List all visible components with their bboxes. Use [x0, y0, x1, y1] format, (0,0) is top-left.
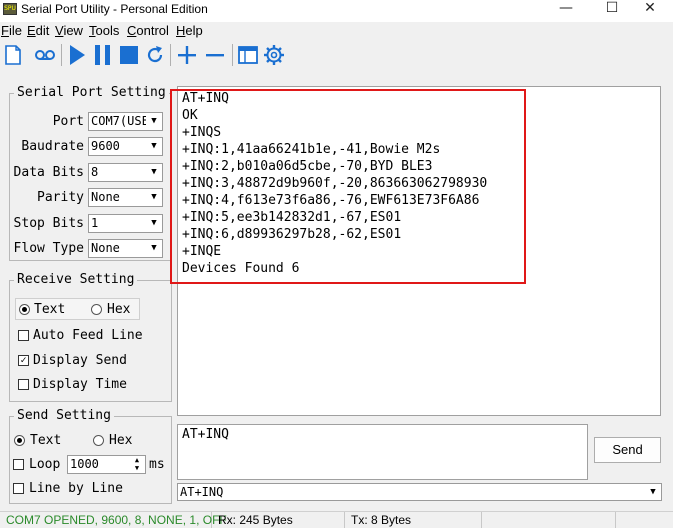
connection-status: COM7 OPENED, 9600, 8, NONE, 1, OFF — [0, 512, 227, 528]
receive-hex-radio[interactable] — [91, 304, 102, 315]
settings-icon[interactable] — [263, 43, 285, 67]
chevron-down-icon: ▼ — [146, 138, 162, 155]
menu-bar: File Edit View Tools Control Help — [0, 22, 673, 39]
stop-icon[interactable] — [118, 43, 140, 67]
window-icon[interactable] — [237, 43, 259, 67]
chevron-down-icon: ▼ — [146, 113, 162, 130]
chevron-down-icon: ▼ — [146, 164, 162, 181]
receive-text-label: Text — [34, 302, 66, 317]
menu-edit[interactable]: Edit — [27, 22, 49, 39]
send-text-radio[interactable] — [14, 435, 25, 446]
window-title: Serial Port Utility - Personal Edition — [21, 2, 208, 16]
line-by-line-label: Line by Line — [29, 481, 123, 496]
port-select[interactable]: COM7(USE ▼ — [88, 112, 163, 131]
data-bits-label: Data Bits — [13, 165, 84, 180]
remove-icon[interactable] — [204, 43, 226, 67]
send-button[interactable]: Send — [594, 437, 661, 463]
receive-setting-group: Receive Setting Text Hex Auto Feed Line … — [9, 272, 172, 402]
pause-icon[interactable] — [92, 43, 114, 67]
display-time-checkbox[interactable] — [18, 379, 29, 390]
send-text-label: Text — [30, 433, 62, 448]
toolbar-separator — [170, 44, 171, 66]
app-icon: SPU — [3, 3, 17, 15]
receive-hex-label: Hex — [107, 302, 131, 317]
menu-control[interactable]: Control — [127, 22, 169, 39]
send-hex-radio[interactable] — [93, 435, 104, 446]
loop-interval-input[interactable]: 1000 ▲ ▼ — [67, 455, 146, 474]
send-history-select[interactable]: AT+INQ ▼ — [177, 483, 662, 501]
refresh-icon[interactable] — [144, 43, 166, 67]
parity-select[interactable]: None ▼ — [88, 188, 163, 207]
chevron-down-icon: ▼ — [146, 215, 162, 232]
chevron-down-icon: ▼ — [645, 484, 661, 500]
close-button[interactable]: ✕ — [627, 0, 673, 18]
menu-help[interactable]: Help — [176, 22, 203, 39]
toolbar-separator — [232, 44, 233, 66]
port-label: Port — [52, 114, 84, 129]
menu-view[interactable]: View — [55, 22, 83, 39]
add-icon[interactable] — [176, 43, 198, 67]
loop-label: Loop — [29, 457, 61, 472]
highlight-annotation — [170, 89, 526, 284]
send-hex-label: Hex — [109, 433, 133, 448]
flow-type-select[interactable]: None ▼ — [88, 239, 163, 258]
send-setting-group: Send Setting Text Hex Loop 1000 ▲ ▼ ms Lin… — [9, 408, 172, 504]
toolbar — [0, 40, 673, 70]
toolbar-separator — [61, 44, 62, 66]
send-setting-title: Send Setting — [14, 408, 114, 423]
chevron-down-icon: ▼ — [146, 189, 162, 206]
spinner-icon[interactable]: ▲ ▼ — [129, 456, 145, 473]
display-send-checkbox[interactable]: ✓ — [18, 355, 29, 366]
auto-feed-line-label: Auto Feed Line — [33, 328, 143, 343]
baudrate-label: Baudrate — [21, 139, 84, 154]
minimize-button[interactable]: — — [543, 0, 589, 18]
send-text-area[interactable]: AT+INQ — [177, 424, 588, 480]
serial-port-setting-title: Serial Port Setting — [14, 85, 169, 100]
tx-counter: Tx: 8 Bytes — [345, 512, 482, 528]
auto-feed-line-checkbox[interactable] — [18, 330, 29, 341]
record-icon[interactable] — [34, 43, 56, 67]
title-bar: SPU Serial Port Utility - Personal Editi… — [0, 0, 673, 22]
baudrate-select[interactable]: 9600 ▼ — [88, 137, 163, 156]
receive-setting-title: Receive Setting — [14, 272, 138, 287]
menu-tools[interactable]: Tools — [89, 22, 119, 39]
line-by-line-checkbox[interactable] — [13, 483, 24, 494]
receive-text-radio[interactable] — [19, 304, 30, 315]
data-bits-select[interactable]: 8 ▼ — [88, 163, 163, 182]
menu-file[interactable]: File — [1, 22, 22, 39]
chevron-down-icon: ▼ — [146, 240, 162, 257]
display-send-label: Display Send — [33, 353, 127, 368]
serial-port-setting-group: Serial Port Setting Port COM7(USE ▼ Baudr… — [9, 85, 172, 261]
loop-unit-label: ms — [149, 457, 165, 472]
stop-bits-select[interactable]: 1 ▼ — [88, 214, 163, 233]
parity-label: Parity — [37, 190, 84, 205]
stop-bits-label: Stop Bits — [13, 216, 84, 231]
loop-checkbox[interactable] — [13, 459, 24, 470]
play-icon[interactable] — [66, 43, 88, 67]
status-cell-empty — [482, 512, 616, 528]
flow-type-label: Flow Type — [13, 241, 84, 256]
display-time-label: Display Time — [33, 377, 127, 392]
new-file-icon[interactable] — [2, 43, 24, 67]
rx-counter: Rx: 245 Bytes — [212, 512, 345, 528]
status-bar: COM7 OPENED, 9600, 8, NONE, 1, OFF Rx: 2… — [0, 511, 673, 528]
